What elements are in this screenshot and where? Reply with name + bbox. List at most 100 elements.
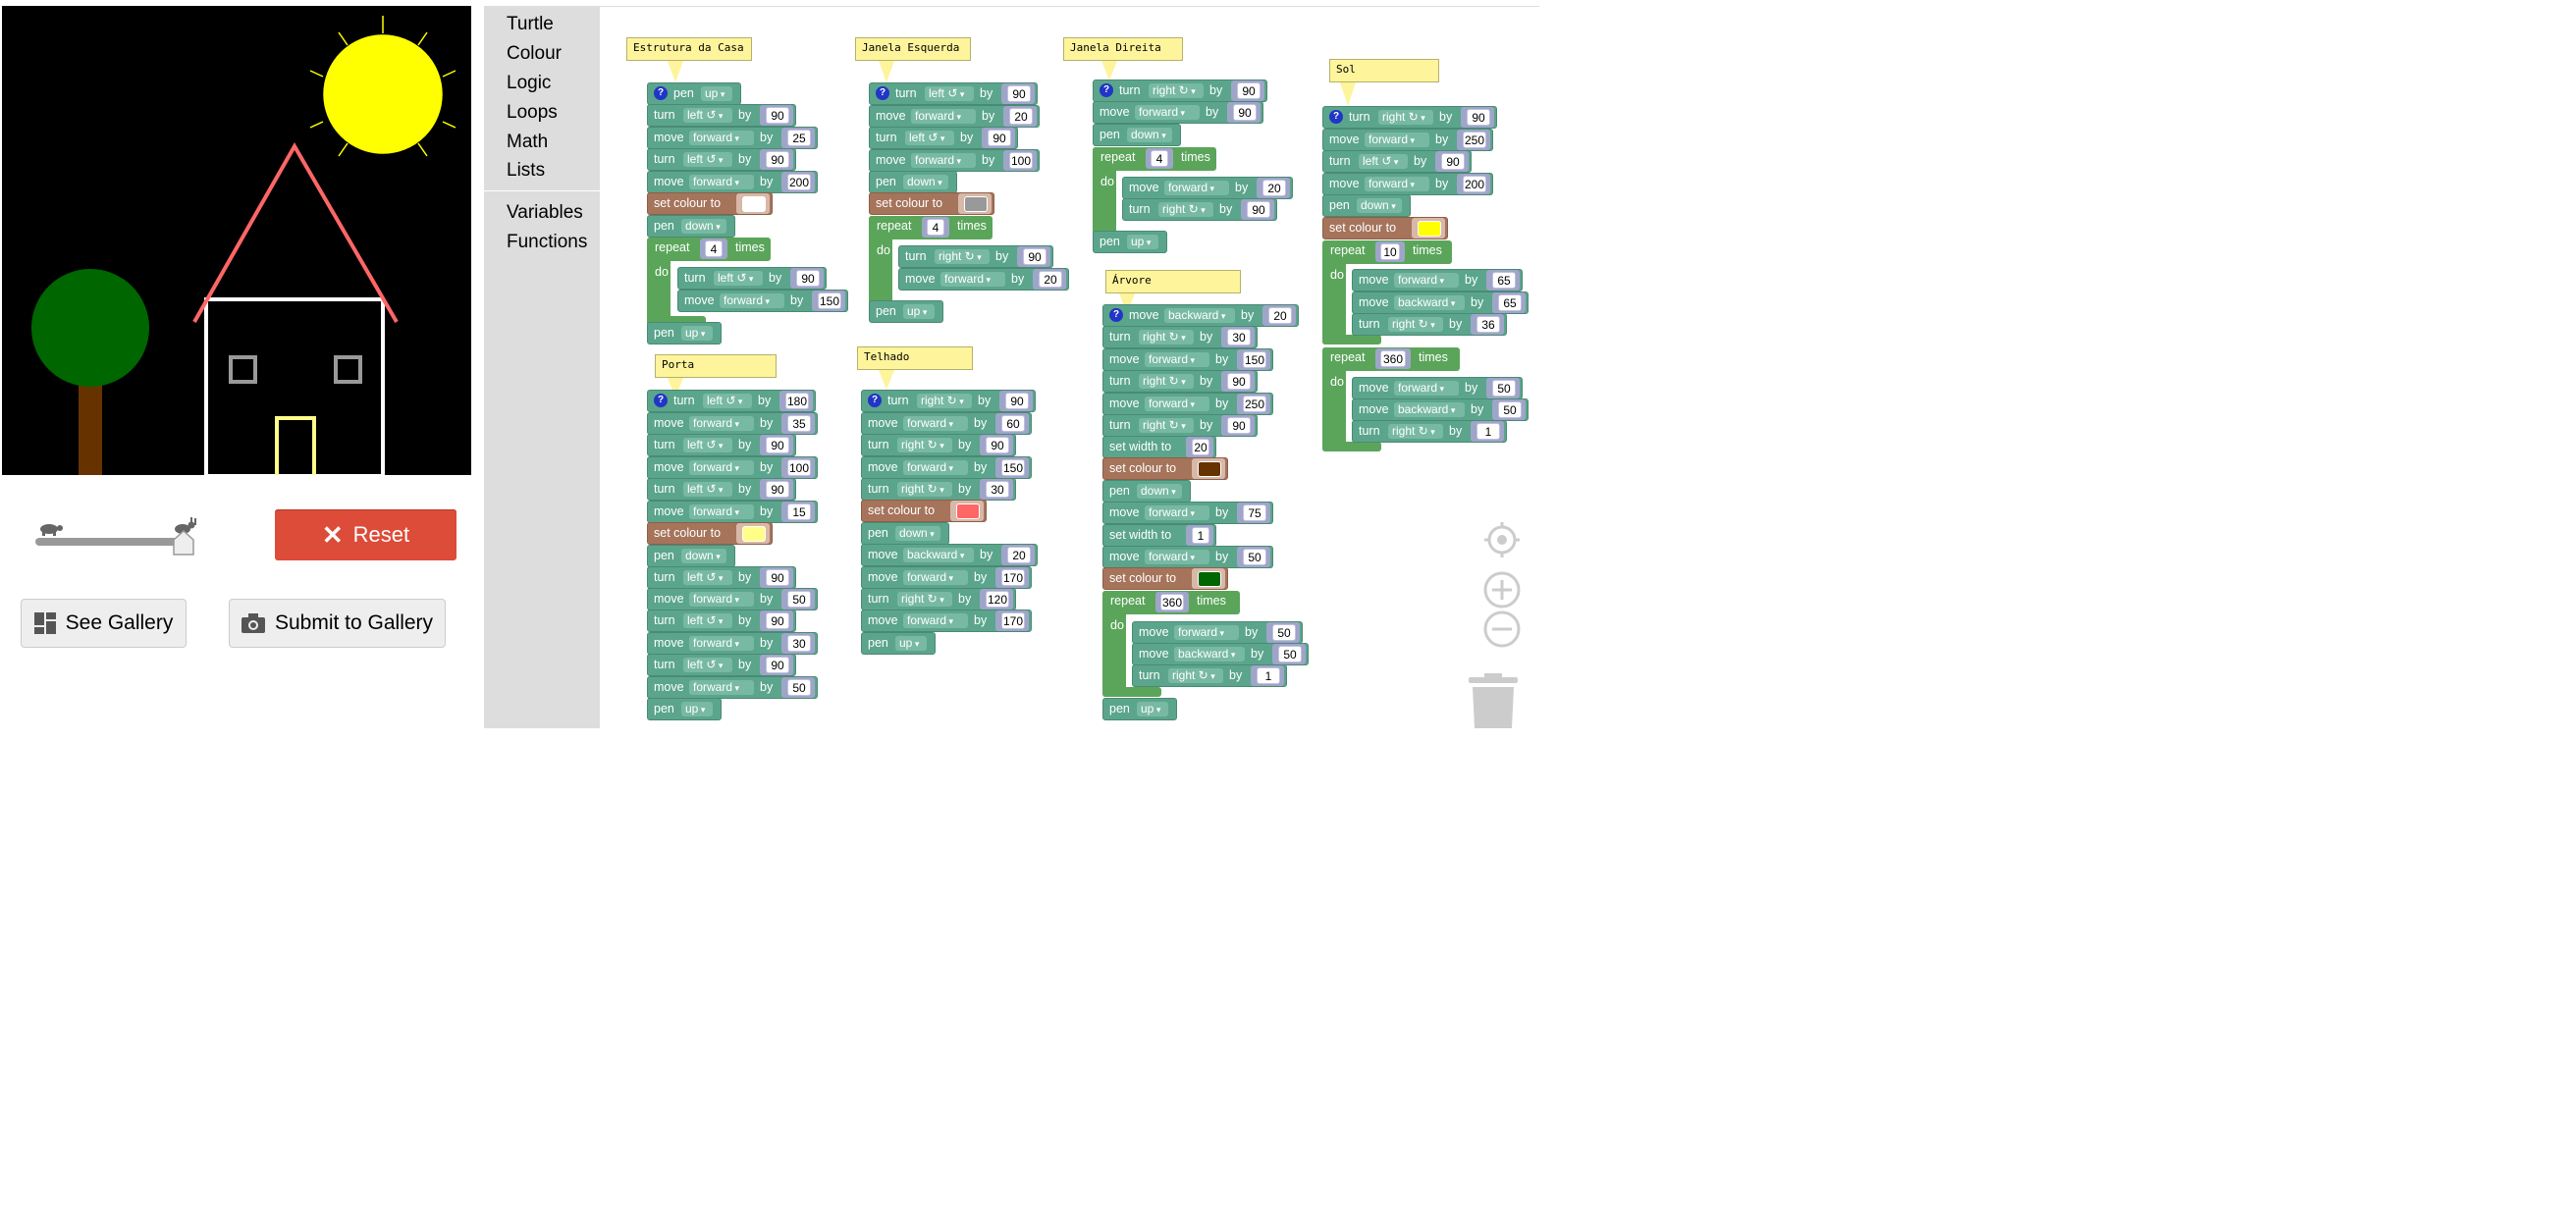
block-dropdown[interactable]: forward [903, 460, 968, 475]
number-field[interactable]: 90 [1467, 109, 1490, 126]
set-width-block[interactable]: set width to 1 [1102, 524, 1216, 547]
number-field[interactable]: 20 [1262, 180, 1286, 196]
number-field[interactable]: 36 [1476, 316, 1500, 333]
block-dropdown[interactable]: left ↺ [683, 438, 732, 452]
toolbox-item-math[interactable]: Math [507, 132, 548, 153]
number-field[interactable]: 360 [1380, 350, 1406, 367]
pen-block[interactable]: pen down [647, 545, 735, 567]
number-field[interactable]: 90 [796, 270, 820, 287]
set-width-block[interactable]: set width to 20 [1102, 436, 1216, 458]
block-dropdown[interactable]: right ↻ [897, 592, 952, 607]
block-dropdown[interactable]: left ↺ [703, 394, 752, 408]
block-dropdown[interactable]: forward [689, 636, 754, 651]
block-dropdown[interactable]: down [1137, 484, 1182, 499]
move-block[interactable]: move forward by 50 [1132, 621, 1303, 644]
block-dropdown[interactable]: right ↻ [1139, 330, 1194, 344]
pen-block[interactable]: pen up [1093, 231, 1167, 253]
number-field[interactable]: 150 [1243, 351, 1266, 368]
help-icon[interactable]: ? [1100, 83, 1113, 97]
turn-block[interactable]: ? turn right ↻ by 90 [1093, 80, 1267, 102]
number-field[interactable]: 200 [1463, 176, 1486, 192]
set-colour-block[interactable]: set colour to [1102, 457, 1228, 480]
number-field[interactable]: 90 [986, 437, 1009, 453]
number-field[interactable]: 50 [1243, 549, 1266, 565]
move-block[interactable]: ? move backward by 20 [1102, 304, 1299, 327]
block-dropdown[interactable]: forward [1365, 177, 1429, 191]
move-block[interactable]: move forward by 200 [647, 171, 818, 193]
move-block[interactable]: move forward by 65 [1352, 269, 1523, 292]
block-dropdown[interactable]: forward [911, 109, 976, 124]
move-block[interactable]: move forward by 250 [1322, 129, 1493, 151]
block-dropdown[interactable]: forward [903, 570, 968, 585]
block-dropdown[interactable]: right ↻ [917, 394, 972, 408]
toolbox-item-variables[interactable]: Variables [507, 202, 583, 224]
block-dropdown[interactable]: right ↻ [935, 249, 990, 264]
number-field[interactable]: 75 [1243, 504, 1266, 521]
colour-swatch[interactable] [964, 196, 988, 212]
turn-block[interactable]: turn right ↻ by 90 [1122, 198, 1277, 221]
turn-block[interactable]: turn left ↺ by 90 [647, 148, 796, 171]
block-dropdown[interactable]: left ↺ [683, 570, 732, 585]
block-dropdown[interactable]: right ↻ [1168, 668, 1223, 683]
number-field[interactable]: 100 [1009, 152, 1033, 169]
block-dropdown[interactable]: left ↺ [683, 152, 732, 167]
block-dropdown[interactable]: forward [911, 153, 976, 168]
number-field[interactable]: 60 [1001, 415, 1025, 432]
block-dropdown[interactable]: forward [940, 272, 1005, 287]
toolbox-item-functions[interactable]: Functions [507, 232, 587, 253]
help-icon[interactable]: ? [654, 394, 668, 407]
block-dropdown[interactable]: right ↻ [897, 482, 952, 497]
move-block[interactable]: move forward by 170 [861, 610, 1032, 632]
block-dropdown[interactable]: left ↺ [714, 271, 763, 286]
number-field[interactable]: 90 [1005, 393, 1029, 409]
recenter-icon[interactable] [1482, 520, 1522, 559]
number-field[interactable]: 1 [1257, 667, 1280, 684]
move-block[interactable]: move forward by 170 [861, 566, 1032, 589]
colour-swatch[interactable] [742, 526, 766, 542]
number-field[interactable]: 90 [1441, 153, 1465, 170]
block-dropdown[interactable]: right ↻ [1139, 374, 1194, 389]
turn-block[interactable]: turn right ↻ by 120 [861, 588, 1016, 610]
pen-block[interactable]: pen up [1102, 698, 1177, 720]
turn-block[interactable]: turn left ↺ by 90 [869, 127, 1018, 149]
turn-block[interactable]: turn left ↺ by 90 [647, 566, 796, 589]
number-field[interactable]: 4 [705, 240, 723, 257]
block-dropdown[interactable]: right ↻ [1388, 317, 1443, 332]
pen-block[interactable]: pen up [861, 632, 936, 655]
pen-block[interactable]: pen up [647, 698, 722, 720]
turn-block[interactable]: turn right ↻ by 30 [861, 478, 1016, 501]
number-field[interactable]: 30 [986, 481, 1009, 498]
move-block[interactable]: move forward by 50 [647, 588, 818, 610]
turn-block[interactable]: ? turn left ↺ by 180 [647, 390, 816, 412]
number-field[interactable]: 180 [785, 393, 809, 409]
move-block[interactable]: move forward by 100 [869, 149, 1040, 172]
block-dropdown[interactable]: forward [720, 293, 784, 308]
block-dropdown[interactable]: backward [1394, 295, 1465, 310]
pen-block[interactable]: pen down [1322, 194, 1411, 217]
number-field[interactable]: 360 [1160, 594, 1184, 610]
move-block[interactable]: move forward by 20 [1122, 177, 1293, 199]
number-field[interactable]: 200 [787, 174, 811, 190]
number-field[interactable]: 90 [766, 612, 789, 629]
move-block[interactable]: move forward by 150 [861, 456, 1032, 479]
turn-block[interactable]: ? turn right ↻ by 90 [1322, 106, 1497, 129]
turn-block[interactable]: turn right ↻ by 36 [1352, 313, 1507, 336]
number-field[interactable]: 250 [1243, 396, 1266, 412]
move-block[interactable]: move forward by 90 [1093, 101, 1263, 124]
block-dropdown[interactable]: forward [689, 416, 754, 431]
turn-block[interactable]: turn left ↺ by 90 [647, 610, 796, 632]
number-field[interactable]: 90 [1233, 104, 1257, 121]
toolbox-item-loops[interactable]: Loops [507, 102, 558, 124]
move-block[interactable]: move forward by 250 [1102, 393, 1273, 415]
block-dropdown[interactable]: forward [1174, 625, 1239, 640]
pen-block[interactable]: pen down [869, 171, 957, 193]
number-field[interactable]: 100 [787, 459, 811, 476]
zoom-out-icon[interactable] [1482, 610, 1522, 649]
number-field[interactable]: 120 [986, 591, 1009, 608]
pen-block[interactable]: pen up [869, 300, 943, 323]
number-field[interactable]: 1 [1192, 527, 1209, 544]
turn-block[interactable]: turn left ↺ by 90 [647, 478, 796, 501]
help-icon[interactable]: ? [868, 394, 882, 407]
move-block[interactable]: move forward by 20 [898, 268, 1069, 291]
block-dropdown[interactable]: left ↺ [683, 658, 732, 672]
